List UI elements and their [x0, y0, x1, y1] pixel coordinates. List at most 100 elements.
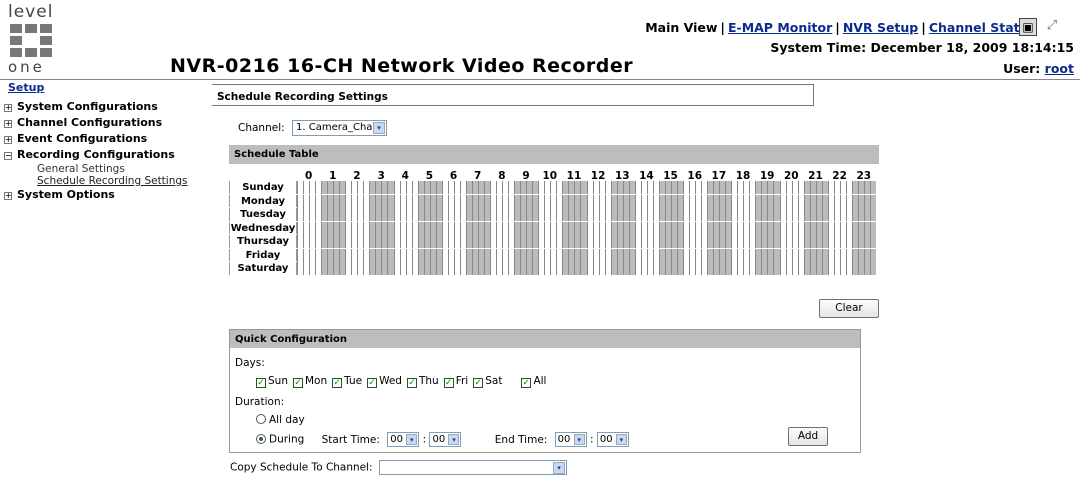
schedule-cell[interactable]: [869, 262, 876, 275]
schedule-row: Sunday: [229, 181, 876, 195]
start-minute-value: 00: [432, 434, 446, 445]
copy-schedule-row: Copy Schedule To Channel: ▾: [230, 460, 567, 475]
schedule-row: Saturday: [229, 262, 876, 276]
day-label: Tuesday: [229, 208, 297, 221]
expand-icon[interactable]: +: [4, 120, 12, 128]
collapse-icon[interactable]: −: [4, 152, 12, 160]
app-title: NVR-0216 16-CH Network Video Recorder: [170, 55, 634, 77]
start-time-label: Start Time:: [321, 433, 380, 446]
top-navigation: Main View | E-MAP Monitor | NVR Setup | Channe…: [645, 20, 1036, 35]
checkbox-icon[interactable]: ✓: [367, 378, 378, 388]
levelone-logo: level one: [8, 4, 68, 76]
allday-option[interactable]: All day: [256, 414, 305, 426]
day-label: Wednesday: [229, 221, 297, 234]
fullscreen-icon[interactable]: ⤢: [1043, 18, 1061, 36]
days-label: Days:: [235, 357, 265, 369]
day-check-mon[interactable]: ✓ Mon: [292, 375, 327, 388]
checkbox-icon[interactable]: ✓: [473, 378, 484, 388]
sidebar-item-system-options[interactable]: + System Options: [4, 187, 209, 203]
user-line: User: root: [1003, 61, 1074, 76]
schedule-cell[interactable]: [869, 181, 876, 194]
day-check-label: All: [533, 375, 547, 387]
day-label: Saturday: [229, 262, 297, 275]
checkbox-icon[interactable]: ✓: [521, 378, 532, 388]
sidebar-item-recording-configurations[interactable]: − Recording Configurations: [4, 147, 209, 163]
schedule-cells: [297, 262, 876, 275]
checkbox-icon[interactable]: ✓: [443, 378, 454, 388]
day-check-fri[interactable]: ✓ Fri: [443, 375, 468, 388]
chevron-down-icon: ▾: [552, 462, 565, 474]
quick-config-title: Quick Configuration: [230, 330, 860, 348]
schedule-rows: Sunday Monday Tuesday Wednesday Thursday Frid…: [229, 181, 876, 276]
setup-link[interactable]: Setup: [8, 81, 44, 94]
channel-value: 1. Camera_Cha: [296, 122, 373, 133]
checkbox-icon[interactable]: ✓: [406, 378, 417, 388]
schedule-cell[interactable]: [869, 248, 876, 262]
sidebar-item-system-configurations[interactable]: + System Configurations: [4, 99, 209, 115]
schedule-cell[interactable]: [869, 208, 876, 221]
day-check-tue[interactable]: ✓ Tue: [332, 375, 363, 388]
expand-icon[interactable]: +: [4, 192, 12, 200]
sidebar-item-channel-configurations[interactable]: + Channel Configurations: [4, 115, 209, 131]
schedule-cells: [297, 208, 876, 221]
schedule-cells: [297, 181, 876, 194]
sidebar-item-event-configurations[interactable]: + Event Configurations: [4, 131, 209, 147]
schedule-cell[interactable]: [869, 194, 876, 208]
sidebar-subitem-link[interactable]: Schedule Recording Settings: [37, 175, 188, 187]
day-check-sat[interactable]: ✓ Sat: [473, 375, 502, 388]
day-check-wed[interactable]: ✓ Wed: [367, 375, 402, 388]
start-hour-value: 00: [390, 434, 403, 445]
start-minute-select[interactable]: 00 ▾: [429, 432, 462, 447]
day-label: Thursday: [229, 235, 297, 248]
system-time: System Time: December 18, 2009 18:14:15: [770, 40, 1074, 55]
duration-label: Duration:: [235, 396, 285, 408]
end-minute-select[interactable]: 00 ▾: [596, 432, 629, 447]
schedule-row: Friday: [229, 248, 876, 262]
clear-button[interactable]: Clear: [819, 299, 879, 318]
copy-channel-select[interactable]: ▾: [378, 460, 567, 475]
expand-icon[interactable]: +: [4, 136, 12, 144]
day-check-all[interactable]: ✓ All: [521, 375, 547, 388]
day-checkboxes: ✓ Sun ✓ Mon ✓ Tue ✓ Wed ✓ Thu ✓ Fri ✓ Sat ✓ All: [256, 375, 551, 388]
sidebar-item-label: Event Configurations: [17, 132, 148, 145]
sidebar: + System Configurations + Channel Configur…: [4, 99, 209, 203]
schedule-cells: [297, 248, 876, 262]
sidebar-item-label: Recording Configurations: [17, 148, 175, 161]
expand-icon[interactable]: +: [4, 104, 12, 112]
time-colon: :: [590, 433, 594, 446]
chevron-down-icon: ▾: [448, 434, 460, 445]
day-check-sun[interactable]: ✓ Sun: [256, 375, 288, 388]
nav-main-view: Main View: [645, 20, 718, 35]
schedule-cells: [297, 235, 876, 248]
checkbox-icon[interactable]: ✓: [256, 378, 266, 388]
sidebar-item-label: System Configurations: [17, 100, 158, 113]
nav-emap-monitor[interactable]: E-MAP Monitor: [728, 20, 832, 35]
day-check-label: Tue: [344, 375, 363, 387]
allday-radio[interactable]: [256, 414, 266, 424]
header-divider: [0, 79, 1080, 80]
during-option: During Start Time: 00 ▾ : 00 ▾ End Time: 0…: [256, 432, 629, 447]
nav-nvr-setup[interactable]: NVR Setup: [843, 20, 918, 35]
logo-bottom-text: one: [8, 58, 45, 76]
checkbox-icon[interactable]: ✓: [332, 378, 343, 388]
sidebar-subitem-general-settings[interactable]: General Settings: [4, 163, 209, 175]
allday-label: All day: [269, 414, 305, 426]
day-check-thu[interactable]: ✓ Thu: [406, 375, 439, 388]
window-icon[interactable]: ▣: [1019, 18, 1037, 36]
sidebar-subitem-schedule-recording[interactable]: Schedule Recording Settings: [4, 175, 209, 187]
time-colon: :: [422, 433, 427, 446]
add-button[interactable]: Add: [788, 427, 828, 446]
end-hour-select[interactable]: 00 ▾: [554, 432, 587, 447]
user-link[interactable]: root: [1045, 61, 1074, 76]
copy-schedule-label: Copy Schedule To Channel:: [230, 461, 373, 474]
schedule-row: Tuesday: [229, 208, 876, 222]
start-hour-select[interactable]: 00 ▾: [387, 432, 420, 447]
channel-select[interactable]: 1. Camera_Cha ▾: [292, 120, 387, 136]
end-hour-value: 00: [557, 434, 571, 445]
end-time-label: End Time:: [494, 433, 548, 446]
schedule-cell[interactable]: [869, 221, 876, 235]
during-radio[interactable]: [256, 433, 266, 444]
checkbox-icon[interactable]: ✓: [292, 378, 303, 388]
schedule-cell[interactable]: [869, 235, 876, 248]
day-check-label: Thu: [418, 375, 439, 387]
